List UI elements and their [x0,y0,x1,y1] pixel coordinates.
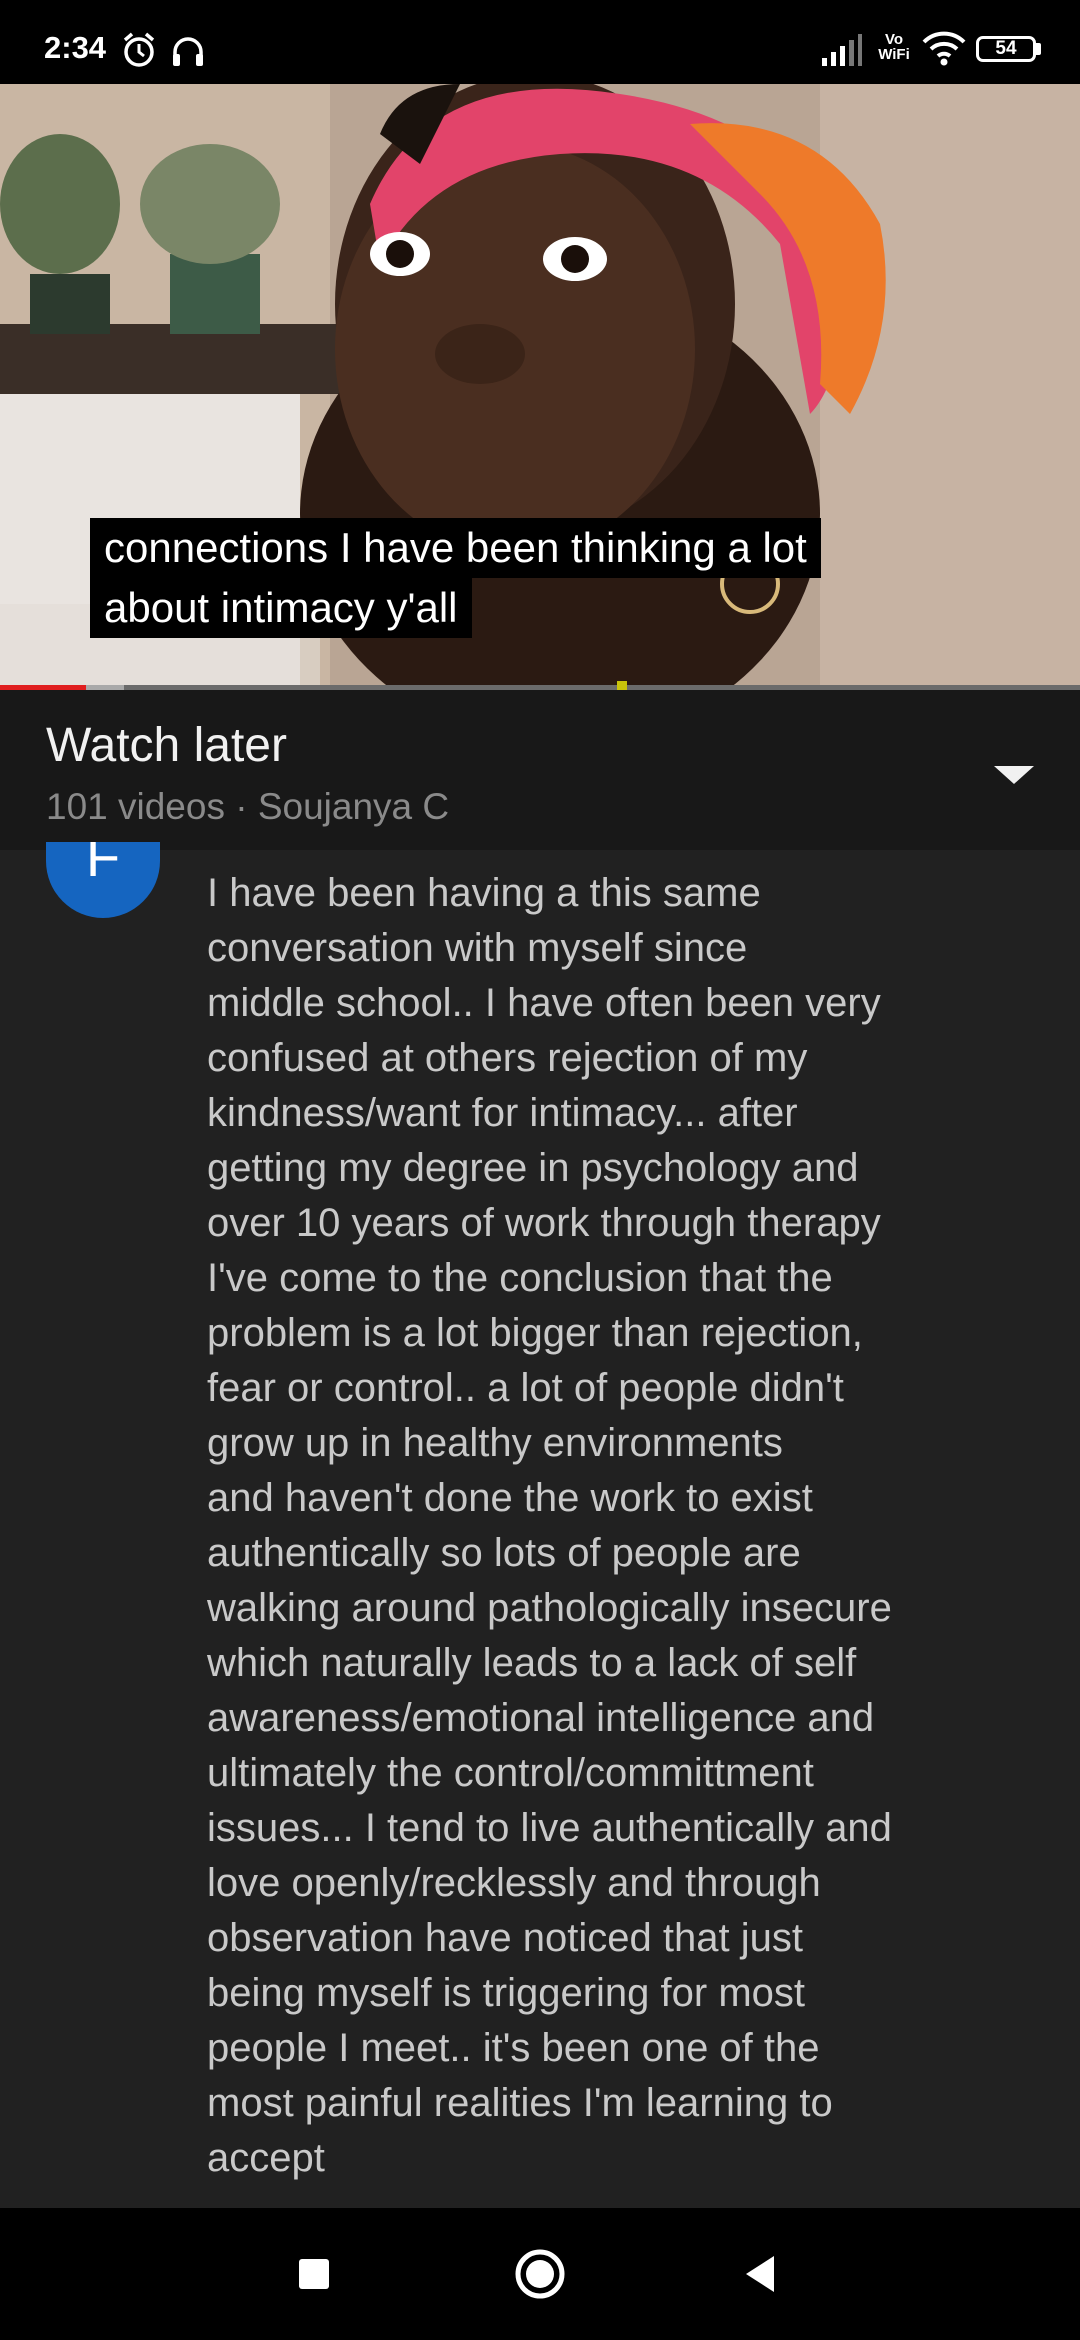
video-player[interactable]: connections I have been thinking a lot a… [0,84,1080,690]
battery-icon: 54 [976,36,1036,62]
battery-level: 54 [995,38,1017,59]
avatar[interactable]: F [46,842,160,918]
alarm-icon [123,32,155,67]
signal-icon [822,34,862,66]
vowifi-icon: Vo WiFi [878,31,910,63]
battery-tip [1036,43,1041,55]
navigation-bar [0,2208,1080,2340]
wifi-icon [922,31,966,66]
back-icon[interactable] [728,2242,792,2306]
playlist-subtitle: 101 videos · Soujanya C [46,786,450,827]
avatar-letter: F [85,842,121,888]
playlist-header[interactable]: Watch later 101 videos · Soujanya C [0,690,1080,850]
chevron-down-icon[interactable] [990,760,1038,790]
recents-icon[interactable] [282,2242,346,2306]
comment-text: I have been having a this same conversat… [207,871,892,2180]
headset-icon [173,37,203,66]
video-captions: connections I have been thinking a lot a… [90,518,821,638]
status-time: 2:34 [44,30,107,65]
home-icon[interactable] [508,2242,572,2306]
playlist-title: Watch later [46,719,287,772]
caption-line: about intimacy y'all [90,578,472,638]
status-bar: 2:34 Vo WiFi 54 [0,0,1080,84]
caption-line: connections I have been thinking a lot [90,518,821,578]
